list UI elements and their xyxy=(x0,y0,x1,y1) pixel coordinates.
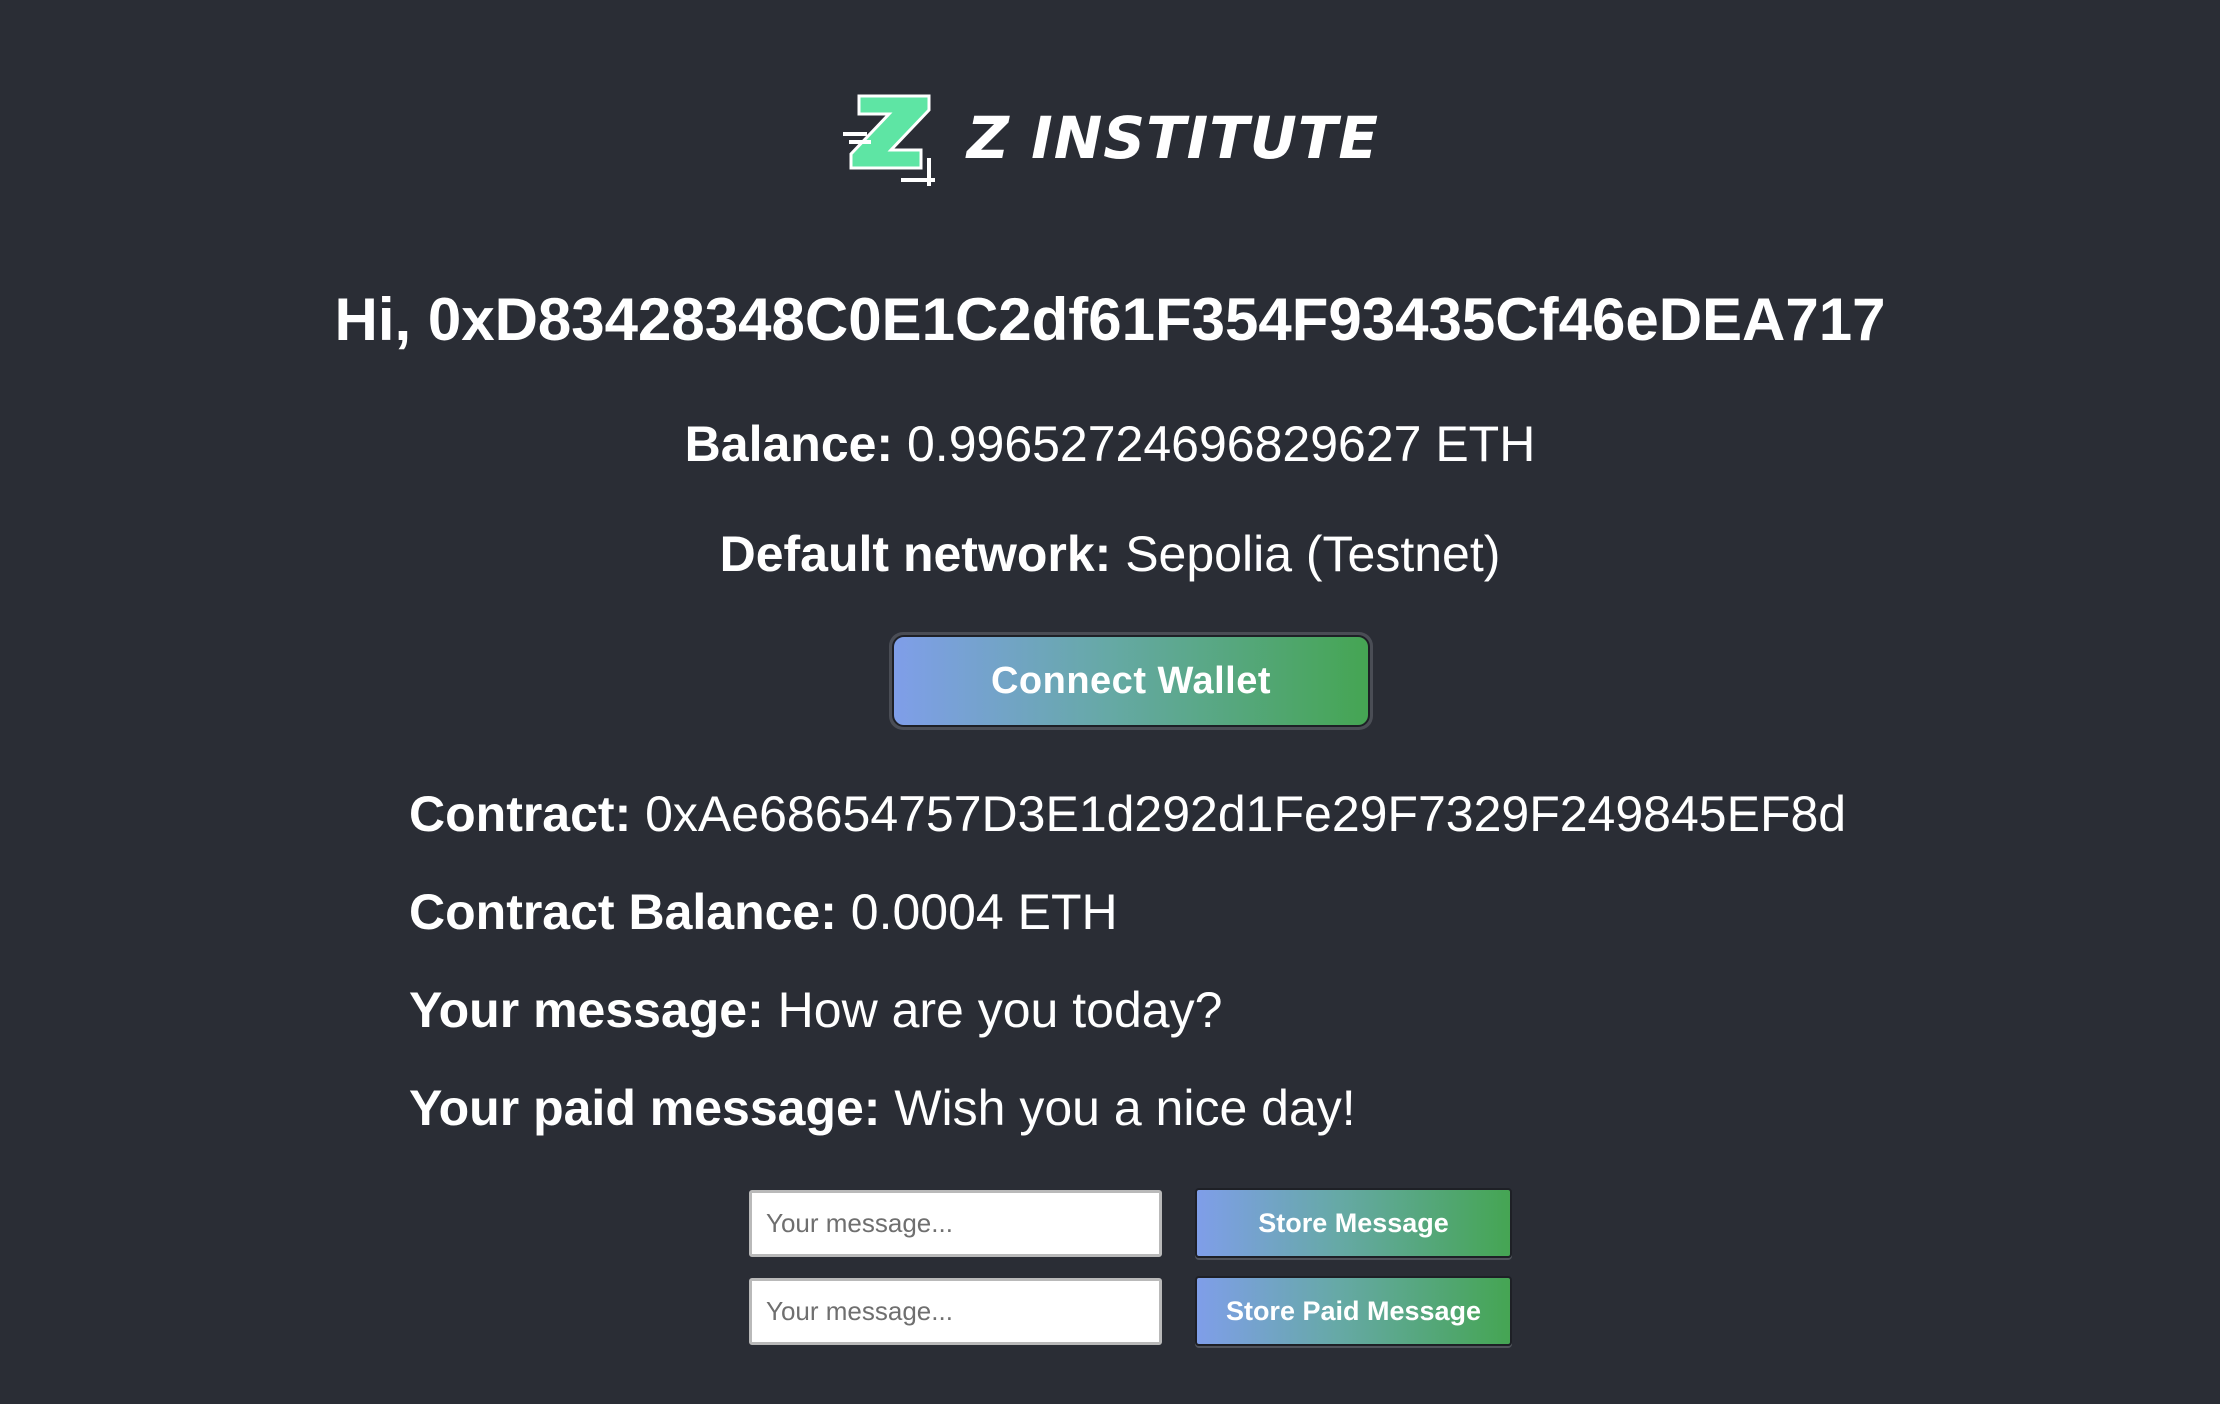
network-value: Sepolia (Testnet) xyxy=(1125,526,1501,582)
connect-wallet-button[interactable]: Connect Wallet xyxy=(892,635,1370,727)
store-paid-message-button[interactable]: Store Paid Message xyxy=(1195,1276,1512,1346)
brand-name: Z INSTITUTE xyxy=(966,104,1380,172)
contract-label: Contract: xyxy=(409,786,632,842)
your-message: Your message: How are you today? xyxy=(409,981,1222,1039)
balance-value: 0.99652724696829627 ETH xyxy=(907,416,1536,472)
network-label: Default network: xyxy=(719,526,1112,582)
message-value: How are you today? xyxy=(777,982,1223,1038)
message-label: Your message: xyxy=(409,982,764,1038)
default-network: Default network: Sepolia (Testnet) xyxy=(0,525,2220,583)
greeting-heading: Hi, 0xD83428348C0E1C2df61F354F93435Cf46e… xyxy=(334,286,1886,353)
paid-message-label: Your paid message: xyxy=(409,1080,881,1136)
balance-label: Balance: xyxy=(684,416,894,472)
header: Z INSTITUTE xyxy=(0,88,2220,188)
paid-message-value: Wish you a nice day! xyxy=(894,1080,1356,1136)
contract-balance-value: 0.0004 ETH xyxy=(850,884,1118,940)
contract-balance-label: Contract Balance: xyxy=(409,884,837,940)
message-input[interactable] xyxy=(749,1190,1162,1257)
store-message-button[interactable]: Store Message xyxy=(1195,1188,1512,1258)
contract-value: 0xAe68654757D3E1d292d1Fe29F7329F249845EF… xyxy=(645,786,1847,842)
connect-wallet-frame: Connect Wallet xyxy=(889,632,1373,730)
account-balance: Balance: 0.99652724696829627 ETH xyxy=(0,415,2220,473)
z-institute-logo-icon xyxy=(842,94,935,186)
contract-balance: Contract Balance: 0.0004 ETH xyxy=(409,883,1118,941)
paid-message-input[interactable] xyxy=(749,1278,1162,1345)
contract-address: Contract: 0xAe68654757D3E1d292d1Fe29F732… xyxy=(409,785,1846,843)
your-paid-message: Your paid message: Wish you a nice day! xyxy=(409,1079,1356,1137)
